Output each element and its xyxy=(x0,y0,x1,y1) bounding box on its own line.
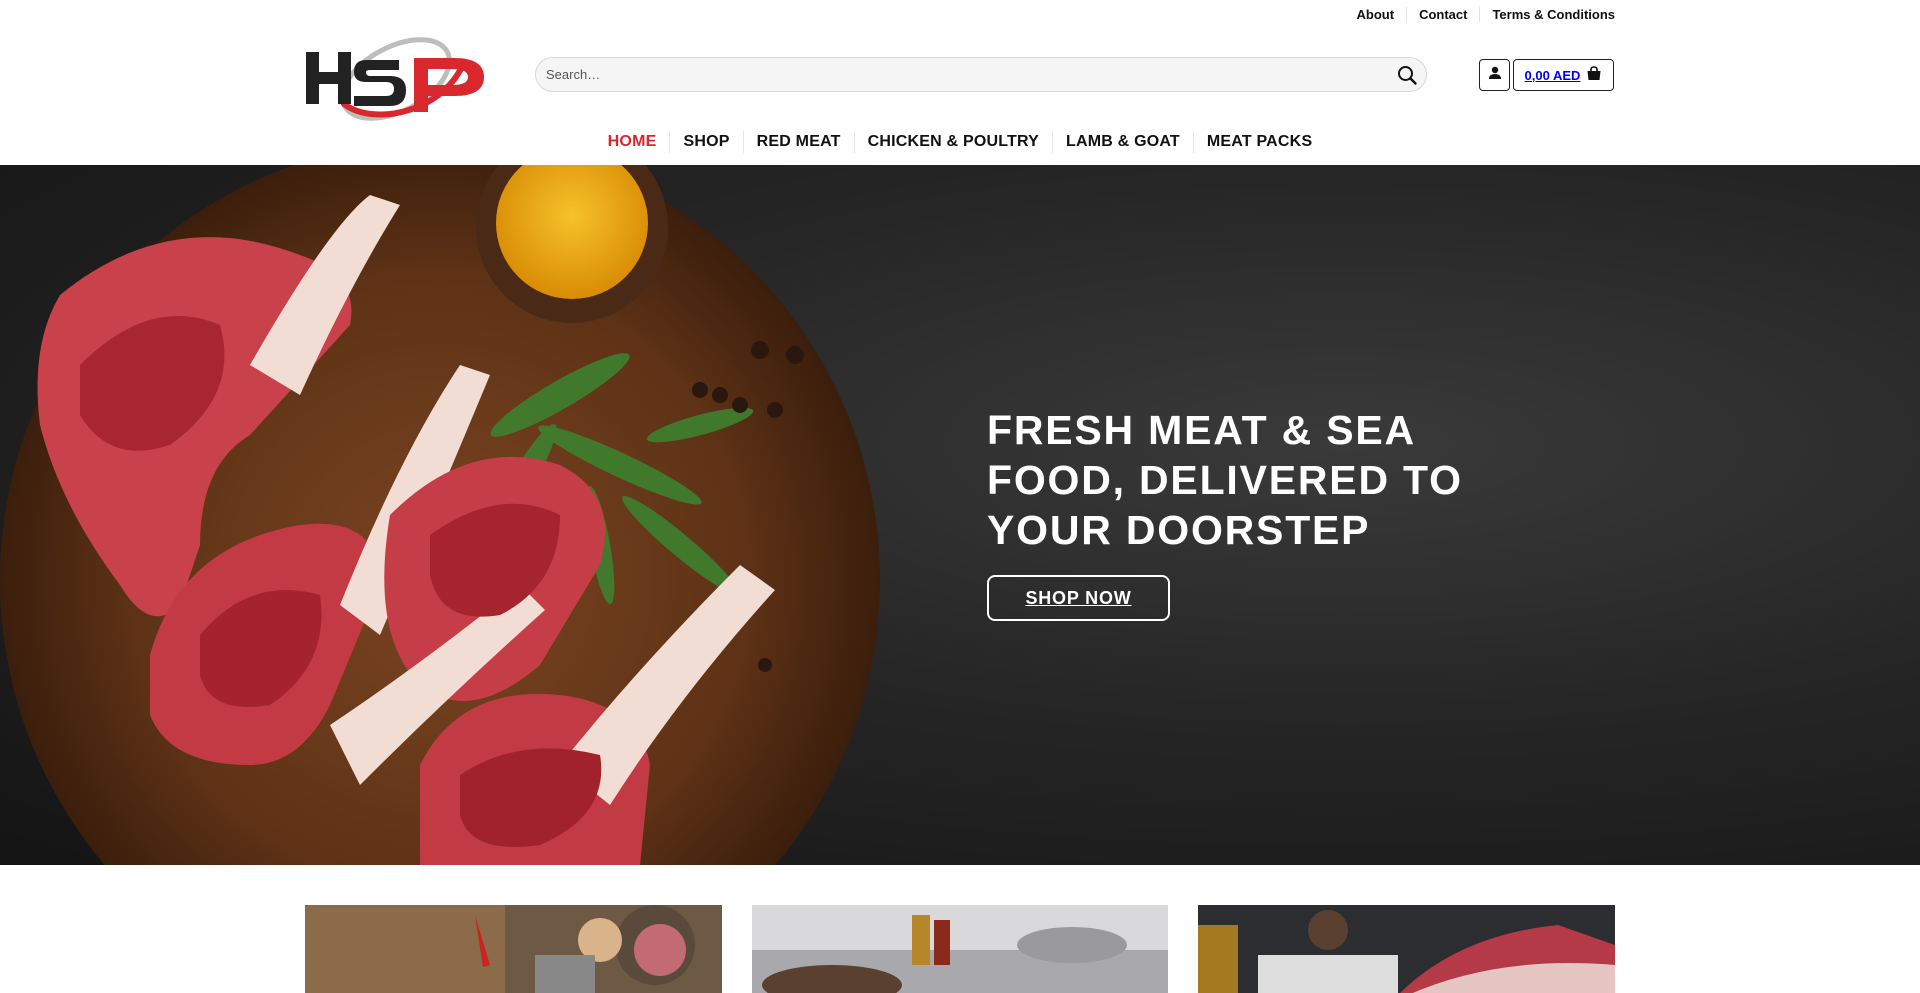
category-image xyxy=(752,905,1168,993)
hero-image xyxy=(0,165,880,865)
nav-red-meat[interactable]: RED MEAT xyxy=(742,131,854,153)
category-tile[interactable] xyxy=(752,905,1168,993)
hero-headline: FRESH MEAT & SEA FOOD, DELIVERED TO YOUR… xyxy=(987,405,1547,555)
search-input[interactable] xyxy=(546,58,1366,91)
category-tiles xyxy=(305,905,1615,993)
search-box xyxy=(535,57,1427,92)
hero-title-line-1: FRESH MEAT & SEA xyxy=(987,407,1416,453)
shop-now-button[interactable]: SHOP NOW xyxy=(987,575,1170,621)
cart-total: 0,00 AED xyxy=(1524,67,1581,83)
user-icon xyxy=(1488,66,1502,85)
nav-lamb-goat[interactable]: LAMB & GOAT xyxy=(1052,131,1193,153)
category-image xyxy=(305,905,722,993)
top-bar: About Contact Terms & Conditions xyxy=(0,0,1920,30)
cart-button[interactable]: 0,00 AED xyxy=(1513,59,1614,91)
contact-link[interactable]: Contact xyxy=(1406,7,1479,22)
site-logo[interactable] xyxy=(304,32,490,122)
hero-title-line-3: YOUR DOORSTEP xyxy=(987,507,1371,553)
nav-home[interactable]: HOME xyxy=(595,131,670,153)
category-image xyxy=(1198,905,1615,993)
main-nav: HOME SHOP RED MEAT CHICKEN & POULTRY LAM… xyxy=(0,131,1920,153)
category-tile[interactable] xyxy=(305,905,722,993)
about-link[interactable]: About xyxy=(1357,7,1407,22)
hero-banner: FRESH MEAT & SEA FOOD, DELIVERED TO YOUR… xyxy=(0,165,1920,865)
shopping-bag-icon xyxy=(1586,66,1602,84)
nav-meat-packs[interactable]: MEAT PACKS xyxy=(1192,131,1325,153)
hero-title-line-2: FOOD, DELIVERED TO xyxy=(987,457,1463,503)
hsp-logo-mark xyxy=(306,37,484,121)
terms-link[interactable]: Terms & Conditions xyxy=(1479,7,1615,22)
site-header: 0,00 AED xyxy=(0,30,1920,122)
nav-chicken-poultry[interactable]: CHICKEN & POULTRY xyxy=(853,131,1052,153)
nav-shop[interactable]: SHOP xyxy=(669,131,742,153)
search-icon[interactable] xyxy=(1396,64,1418,86)
top-links: About Contact Terms & Conditions xyxy=(1357,7,1615,22)
category-tile[interactable] xyxy=(1198,905,1615,993)
account-button[interactable] xyxy=(1479,59,1510,91)
